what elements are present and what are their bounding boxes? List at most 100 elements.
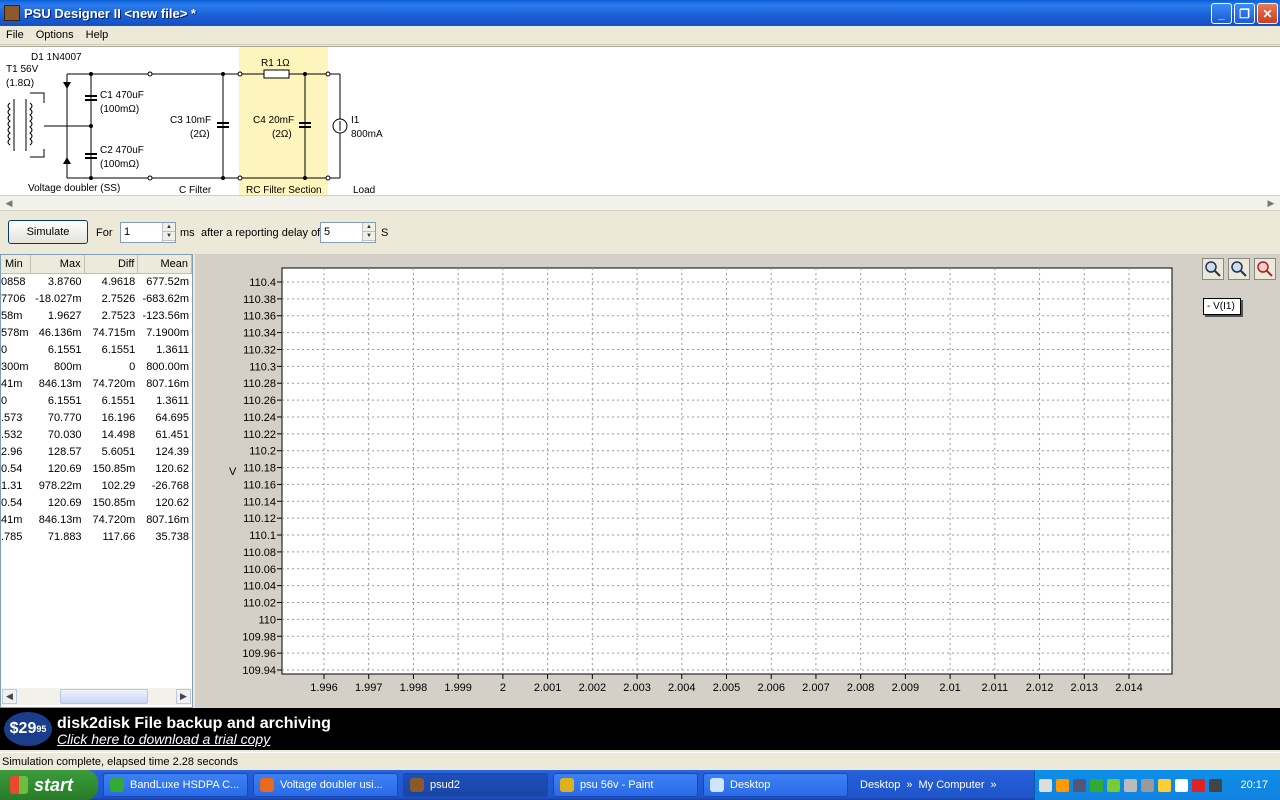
table-cell: 7706 (1, 293, 26, 305)
d1-label: D1 1N4007 (31, 52, 82, 63)
table-row[interactable]: 300m 800m 0 800.00m (1, 359, 192, 376)
table-hscrollbar[interactable]: ◀ ▶ (2, 688, 191, 705)
quick-desktop[interactable]: Desktop (860, 779, 900, 791)
tray-monitor-icon[interactable] (1209, 778, 1222, 792)
status-text: Simulation complete, elapsed time 2.28 s… (2, 756, 239, 768)
scroll-thumb[interactable] (60, 689, 148, 704)
table-row[interactable]: 0.54 120.69 150.85m 120.62 (1, 495, 192, 512)
scroll-right-icon[interactable]: ▶ (176, 689, 191, 704)
spin-down-icon[interactable]: ▼ (363, 232, 375, 241)
start-button[interactable]: start (0, 770, 98, 800)
table-cell: 58m (1, 310, 23, 322)
table-row[interactable]: 58m 1.9627 2.7523 -123.56m (1, 308, 192, 325)
col-header-min[interactable]: Min (1, 255, 31, 273)
table-row[interactable]: .532 70.030 14.498 61.451 (1, 427, 192, 444)
tray-network-icon[interactable] (1073, 778, 1086, 792)
zoom-reset-icon[interactable] (1254, 258, 1276, 280)
results-table[interactable]: Min Max Diff Mean 0858 3.8760 4.9618 677.52… (0, 254, 193, 708)
table-row[interactable]: 2.96 128.57 5.6051 124.39 (1, 444, 192, 461)
table-cell: 1.31 (1, 480, 23, 492)
delay-label: after a reporting delay of (201, 227, 321, 239)
table-cell: 71.883 (47, 531, 82, 543)
table-row[interactable]: 0858 3.8760 4.9618 677.52m (1, 274, 192, 291)
task-desktop[interactable]: Desktop (703, 773, 848, 797)
table-row[interactable]: 0 6.1551 6.1551 1.3611 (1, 342, 192, 359)
table-cell: 0 (129, 361, 136, 373)
maximize-button[interactable]: ❐ (1234, 3, 1255, 24)
table-cell: 102.29 (101, 480, 136, 492)
table-row[interactable]: .785 71.883 117.66 35.738 (1, 529, 192, 546)
tray-wireless-icon[interactable] (1175, 778, 1188, 792)
zoom-in-icon[interactable] (1202, 258, 1224, 280)
tray-arrow-icon[interactable] (1039, 778, 1052, 792)
menu-help[interactable]: Help (80, 29, 115, 41)
scroll-right-icon[interactable]: ▶ (1264, 197, 1278, 210)
tray-device-icon[interactable] (1124, 778, 1137, 792)
table-row[interactable]: 41m 846.13m 74.720m 807.16m (1, 512, 192, 529)
col-header-diff[interactable]: Diff (85, 255, 139, 273)
c3-label: C3 10mF (170, 115, 211, 126)
table-cell: 846.13m (38, 514, 82, 526)
table-cell: 0 (1, 395, 8, 407)
table-row[interactable]: 41m 846.13m 74.720m 807.16m (1, 376, 192, 393)
duration-value[interactable]: 1 (124, 226, 130, 238)
tray-modem-icon[interactable] (1090, 778, 1103, 792)
zoom-out-icon[interactable] (1228, 258, 1250, 280)
col-header-max[interactable]: Max (31, 255, 85, 273)
menu-options[interactable]: Options (30, 29, 80, 41)
tray-printer-icon[interactable] (1141, 778, 1154, 792)
spin-down-icon[interactable]: ▼ (163, 232, 175, 241)
table-cell: 150.85m (92, 497, 136, 509)
duration-spinner[interactable]: 1 ▲ ▼ (120, 222, 176, 243)
task-firefox[interactable]: Voltage doubler usi... (253, 773, 398, 797)
simulate-button[interactable]: Simulate (8, 220, 88, 244)
table-row[interactable]: .573 70.770 16.196 64.695 (1, 410, 192, 427)
voltage-chart[interactable]: 110.4 110.38 110.36 110.34 110.32 110.3 110.28… (195, 254, 1195, 694)
section-label-doubler: Voltage doubler (SS) (28, 183, 120, 194)
ad-banner[interactable]: $29 95 disk2disk File backup and archivin… (0, 708, 1280, 750)
chart-pane[interactable]: 110.4 110.38 110.36 110.34 110.32 110.3 110.28… (195, 254, 1280, 708)
table-cell: 846.13m (38, 378, 82, 390)
ad-download-link[interactable]: Click here to download a trial copy (57, 731, 270, 747)
spin-up-icon[interactable]: ▲ (363, 223, 375, 232)
delay-spinner[interactable]: 5 ▲ ▼ (320, 222, 376, 243)
table-row[interactable]: 7706 -18.027m 2.7526 -683.62m (1, 291, 192, 308)
y-tick-label: 110.22 (243, 429, 276, 441)
close-button[interactable]: ✕ (1257, 3, 1278, 24)
tray-check-icon[interactable] (1107, 778, 1120, 792)
schematic-hscrollbar[interactable]: ◀ ▶ (0, 195, 1280, 211)
table-cell: 6.1551 (101, 395, 136, 407)
modem-icon (110, 778, 124, 792)
resistor-r1 (263, 69, 290, 79)
table-row[interactable]: 1.31 978.22m 102.29 -26.768 (1, 478, 192, 495)
status-bar: Simulation complete, elapsed time 2.28 s… (0, 752, 1280, 771)
scroll-left-icon[interactable]: ◀ (2, 689, 17, 704)
scroll-left-icon[interactable]: ◀ (2, 197, 16, 210)
tray-shield-icon[interactable] (1158, 778, 1171, 792)
tray-alert-icon[interactable] (1192, 778, 1205, 792)
table-row[interactable]: 0 6.1551 6.1551 1.3611 (1, 393, 192, 410)
table-row[interactable]: 0.54 120.69 150.85m 120.62 (1, 461, 192, 478)
table-cell: 74.720m (92, 514, 136, 526)
schematic-panel[interactable]: T1 56V (1.8Ω) D1 1N4007 C1 470uF (100mΩ)… (0, 46, 1280, 196)
y-tick-label: 110.16 (243, 479, 276, 491)
spin-up-icon[interactable]: ▲ (163, 223, 175, 232)
x-tick-label: 2.003 (623, 682, 651, 694)
table-row[interactable]: 578m 46.136m 74.715m 7.1900m (1, 325, 192, 342)
task-psud2[interactable]: psud2 (403, 773, 548, 797)
task-paint[interactable]: psu 56v - Paint (553, 773, 698, 797)
minimize-button[interactable]: _ (1211, 3, 1232, 24)
y-tick-label: 110.08 (243, 547, 276, 559)
menu-bar: File Options Help (0, 26, 1280, 45)
table-cell: 117.66 (102, 531, 136, 543)
col-header-mean[interactable]: Mean (138, 255, 192, 273)
task-bandluxe[interactable]: BandLuxe HSDPA C... (103, 773, 248, 797)
legend-item: V(I1) (1213, 301, 1235, 312)
menu-file[interactable]: File (0, 29, 30, 41)
quick-my-computer[interactable]: My Computer (918, 779, 984, 791)
table-cell: 4.9618 (101, 276, 136, 288)
tray-app-icon[interactable] (1056, 778, 1069, 792)
table-cell: 1.3611 (156, 395, 189, 407)
delay-value[interactable]: 5 (324, 226, 330, 238)
chart-legend[interactable]: - V(I1) (1203, 298, 1241, 315)
